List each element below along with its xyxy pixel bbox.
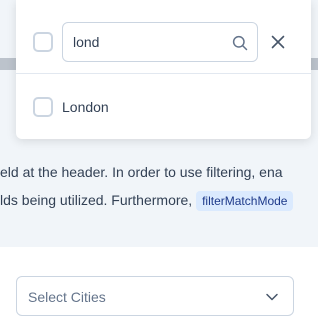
option-label: London	[62, 99, 109, 115]
doc-line-2: lds being utilized. Furthermore, filterM…	[0, 186, 320, 214]
doc-paragraph: eld at the header. In order to use filte…	[0, 158, 320, 214]
close-icon[interactable]	[268, 32, 288, 52]
search-icon	[232, 35, 248, 51]
multiselect-panel: London	[16, 0, 311, 139]
list-item[interactable]: London	[16, 86, 311, 130]
doc-line-2-text: lds being utilized. Furthermore,	[0, 192, 197, 208]
doc-line-1: eld at the header. In order to use filte…	[0, 164, 283, 180]
chevron-down-icon[interactable]	[265, 290, 279, 304]
panel-header	[16, 0, 311, 74]
filter-input[interactable]	[73, 32, 233, 52]
multiselect-placeholder: Select Cities	[28, 289, 106, 305]
cities-multiselect[interactable]: Select Cities	[16, 276, 294, 316]
option-checkbox[interactable]	[33, 97, 53, 117]
inline-code: filterMatchMode	[196, 191, 294, 211]
filter-container[interactable]	[62, 22, 258, 62]
select-all-checkbox[interactable]	[33, 32, 53, 52]
